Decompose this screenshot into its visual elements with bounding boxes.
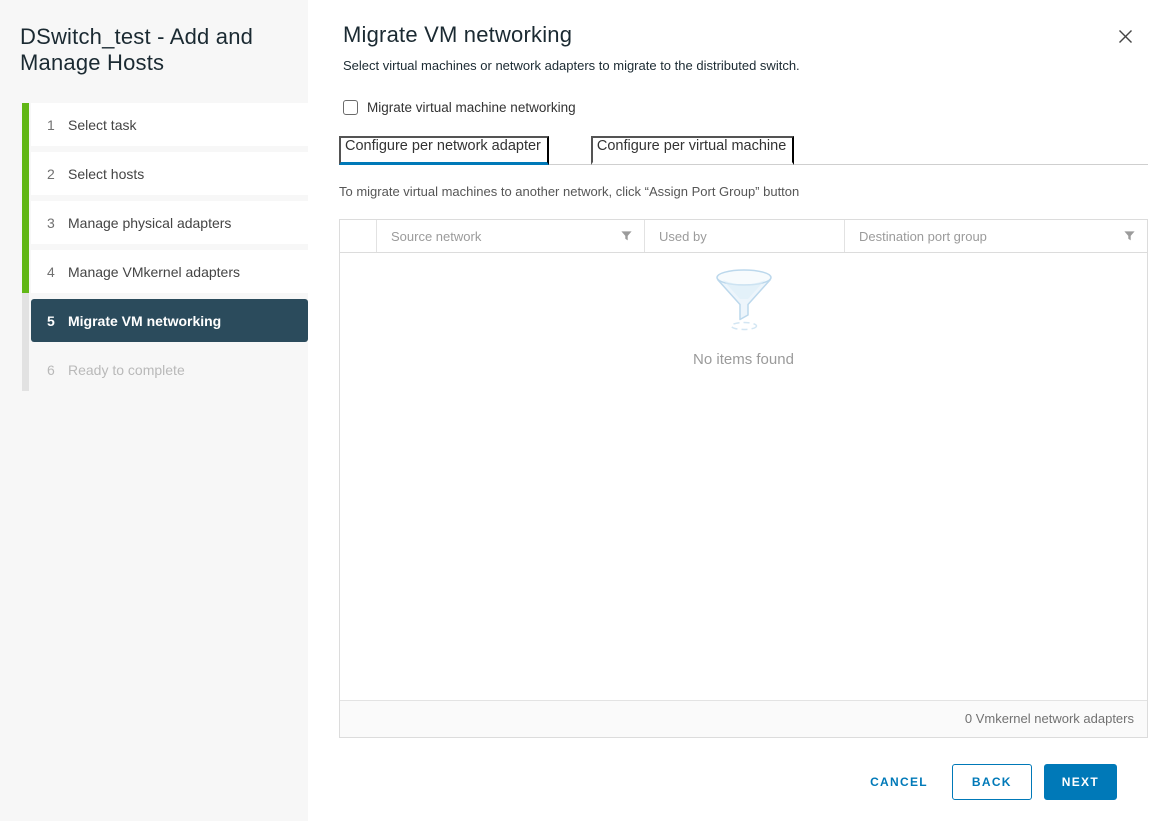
step-label: Manage physical adapters (68, 215, 231, 231)
step-label: Select task (68, 117, 136, 133)
step-select-task[interactable]: 1 Select task (31, 103, 308, 146)
wizard-action-bar: CANCEL BACK NEXT (339, 764, 1148, 800)
column-header-select (340, 220, 376, 252)
column-header-label: Destination port group (859, 229, 987, 244)
step-number: 3 (47, 215, 68, 231)
page-subtitle: Select virtual machines or network adapt… (343, 58, 1148, 73)
progress-track (22, 103, 29, 391)
funnel-glyph (1124, 231, 1135, 241)
table-empty-body: No items found (340, 253, 1147, 700)
step-label: Migrate VM networking (68, 313, 221, 329)
step-ready-to-complete: 6 Ready to complete (31, 348, 308, 391)
table-header-row: Source network Used by Destination port … (340, 220, 1147, 253)
filter-icon[interactable] (619, 229, 634, 243)
step-number: 2 (47, 166, 68, 182)
column-header-destination-port-group: Destination port group (844, 220, 1147, 252)
empty-state-text: No items found (693, 351, 794, 368)
wizard-steps: 1 Select task 2 Select hosts 3 Manage ph… (20, 103, 308, 391)
column-header-label: Used by (659, 229, 707, 244)
wizard-title: DSwitch_test - Add and Manage Hosts (20, 24, 296, 76)
table-footer: 0 Vmkernel network adapters (340, 700, 1147, 737)
progress-track-remaining (22, 293, 29, 391)
step-manage-physical-adapters[interactable]: 3 Manage physical adapters (31, 201, 308, 244)
checkbox-label: Migrate virtual machine networking (367, 100, 576, 115)
checkbox-unchecked-icon[interactable] (343, 100, 358, 115)
step-migrate-vm-networking[interactable]: 5 Migrate VM networking (31, 299, 308, 342)
progress-track-done (22, 103, 29, 293)
step-label: Manage VMkernel adapters (68, 264, 240, 280)
column-header-label: Source network (391, 229, 481, 244)
cancel-button[interactable]: CANCEL (858, 765, 940, 799)
network-adapters-table: Source network Used by Destination port … (339, 219, 1148, 738)
next-button[interactable]: NEXT (1044, 764, 1117, 800)
step-number: 1 (47, 117, 68, 133)
funnel-glyph (621, 231, 632, 241)
step-label: Ready to complete (68, 362, 185, 378)
step-number: 6 (47, 362, 68, 378)
page-title: Migrate VM networking (343, 22, 1148, 48)
filter-icon[interactable] (1122, 229, 1137, 243)
table-footer-count: 0 Vmkernel network adapters (965, 711, 1134, 726)
migrate-networking-checkbox[interactable]: Migrate virtual machine networking (343, 100, 1148, 115)
close-icon[interactable] (1115, 26, 1135, 46)
back-button[interactable]: BACK (952, 764, 1032, 800)
step-select-hosts[interactable]: 2 Select hosts (31, 152, 308, 195)
step-label: Select hosts (68, 166, 144, 182)
wizard-content-panel: Migrate VM networking Select virtual mac… (308, 0, 1150, 821)
column-header-used-by: Used by (644, 220, 844, 252)
step-number: 5 (47, 313, 68, 329)
helper-text: To migrate virtual machines to another n… (339, 184, 1148, 199)
close-x-glyph (1117, 28, 1134, 45)
wizard-sidebar: DSwitch_test - Add and Manage Hosts 1 Se… (0, 0, 308, 821)
tab-configure-per-network-adapter[interactable]: Configure per network adapter (339, 136, 549, 165)
step-number: 4 (47, 264, 68, 280)
column-header-source-network: Source network (376, 220, 644, 252)
tab-bar: Configure per network adapter Configure … (339, 136, 1148, 165)
tab-configure-per-virtual-machine[interactable]: Configure per virtual machine (591, 136, 794, 165)
empty-filter-funnel-icon (713, 267, 775, 331)
step-manage-vmkernel-adapters[interactable]: 4 Manage VMkernel adapters (31, 250, 308, 293)
